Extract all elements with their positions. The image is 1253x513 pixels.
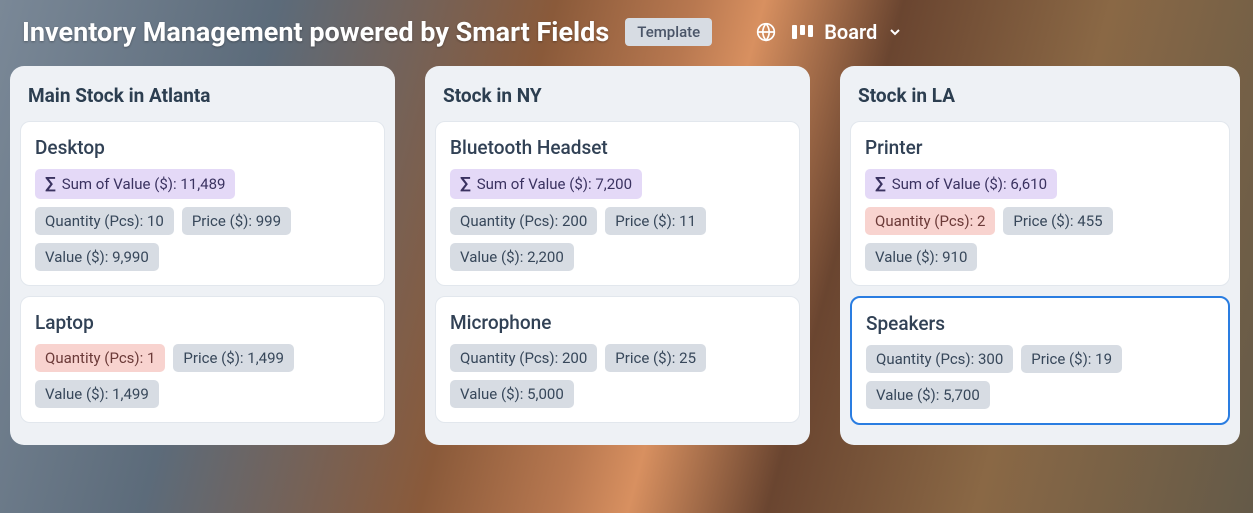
board-column: Stock in LA Printer ∑ Sum of Value ($): 6,6… <box>840 66 1240 445</box>
page-title: Inventory Management powered by Smart Fi… <box>22 16 609 48</box>
price-chip: Price ($): 1,499 <box>173 344 294 372</box>
quantity-chip: Quantity (Pcs): 2 <box>865 207 995 235</box>
chip-row: Quantity (Pcs): 200 Price ($): 11 <box>450 207 785 235</box>
card-title: Printer <box>865 136 1215 159</box>
chip-row: Quantity (Pcs): 1 Price ($): 1,499 <box>35 344 370 372</box>
chip-row: Value ($): 910 <box>865 243 1215 271</box>
quantity-chip: Quantity (Pcs): 300 <box>866 345 1013 373</box>
value-chip: Value ($): 2,200 <box>450 243 574 271</box>
card-title: Microphone <box>450 311 785 334</box>
sigma-icon: ∑ <box>45 174 56 194</box>
value-chip: Value ($): 9,990 <box>35 243 159 271</box>
board-icon <box>792 23 814 41</box>
sigma-icon: ∑ <box>460 174 471 194</box>
value-chip: Value ($): 1,499 <box>35 380 159 408</box>
chip-row: ∑ Sum of Value ($): 7,200 <box>450 169 785 199</box>
globe-icon[interactable] <box>756 22 776 42</box>
board-card[interactable]: Laptop Quantity (Pcs): 1 Price ($): 1,499 V… <box>20 296 385 423</box>
view-label: Board <box>824 20 877 44</box>
sum-value: Sum of Value ($): 11,489 <box>62 175 226 193</box>
chip-row: Quantity (Pcs): 300 Price ($): 19 <box>866 345 1214 373</box>
column-title: Main Stock in Atlanta <box>20 70 385 121</box>
board-column: Main Stock in Atlanta Desktop ∑ Sum of Valu… <box>10 66 395 445</box>
card-title: Laptop <box>35 311 370 334</box>
sum-chip: ∑ Sum of Value ($): 6,610 <box>865 169 1057 199</box>
chip-row: Value ($): 9,990 <box>35 243 370 271</box>
price-chip: Price ($): 999 <box>182 207 291 235</box>
chip-row: Quantity (Pcs): 200 Price ($): 25 <box>450 344 785 372</box>
chip-row: Quantity (Pcs): 10 Price ($): 999 <box>35 207 370 235</box>
header-bar: Inventory Management powered by Smart Fi… <box>0 0 1253 66</box>
chip-row: Value ($): 5,700 <box>866 381 1214 409</box>
quantity-chip: Quantity (Pcs): 200 <box>450 344 597 372</box>
sigma-icon: ∑ <box>875 174 886 194</box>
quantity-chip: Quantity (Pcs): 200 <box>450 207 597 235</box>
price-chip: Price ($): 11 <box>605 207 706 235</box>
card-title: Bluetooth Headset <box>450 136 785 159</box>
chevron-down-icon <box>887 24 903 40</box>
sum-value: Sum of Value ($): 6,610 <box>892 175 1047 193</box>
card-title: Desktop <box>35 136 370 159</box>
chip-row: Value ($): 1,499 <box>35 380 370 408</box>
board-card[interactable]: Printer ∑ Sum of Value ($): 6,610 Quantity … <box>850 121 1230 286</box>
price-chip: Price ($): 25 <box>605 344 706 372</box>
sum-chip: ∑ Sum of Value ($): 7,200 <box>450 169 642 199</box>
chip-row: Quantity (Pcs): 2 Price ($): 455 <box>865 207 1215 235</box>
board-card[interactable]: Desktop ∑ Sum of Value ($): 11,489 Quantity… <box>20 121 385 286</box>
quantity-chip: Quantity (Pcs): 1 <box>35 344 165 372</box>
quantity-chip: Quantity (Pcs): 10 <box>35 207 174 235</box>
price-chip: Price ($): 19 <box>1021 345 1122 373</box>
value-chip: Value ($): 5,000 <box>450 380 574 408</box>
sum-chip: ∑ Sum of Value ($): 11,489 <box>35 169 235 199</box>
board-card[interactable]: Microphone Quantity (Pcs): 200 Price ($): … <box>435 296 800 423</box>
template-badge[interactable]: Template <box>625 18 712 46</box>
board-column: Stock in NY Bluetooth Headset ∑ Sum of Valu… <box>425 66 810 445</box>
value-chip: Value ($): 5,700 <box>866 381 990 409</box>
chip-row: ∑ Sum of Value ($): 11,489 <box>35 169 370 199</box>
price-chip: Price ($): 455 <box>1003 207 1112 235</box>
card-title: Speakers <box>866 312 1214 335</box>
value-chip: Value ($): 910 <box>865 243 977 271</box>
chip-row: Value ($): 5,000 <box>450 380 785 408</box>
column-title: Stock in NY <box>435 70 800 121</box>
chip-row: ∑ Sum of Value ($): 6,610 <box>865 169 1215 199</box>
board-card[interactable]: Bluetooth Headset ∑ Sum of Value ($): 7,20… <box>435 121 800 286</box>
board-card[interactable]: Speakers Quantity (Pcs): 300 Price ($): 19… <box>850 296 1230 425</box>
board-container: Main Stock in Atlanta Desktop ∑ Sum of Valu… <box>0 66 1253 465</box>
view-selector[interactable]: Board <box>792 20 903 44</box>
chip-row: Value ($): 2,200 <box>450 243 785 271</box>
column-title: Stock in LA <box>850 70 1230 121</box>
sum-value: Sum of Value ($): 7,200 <box>477 175 632 193</box>
